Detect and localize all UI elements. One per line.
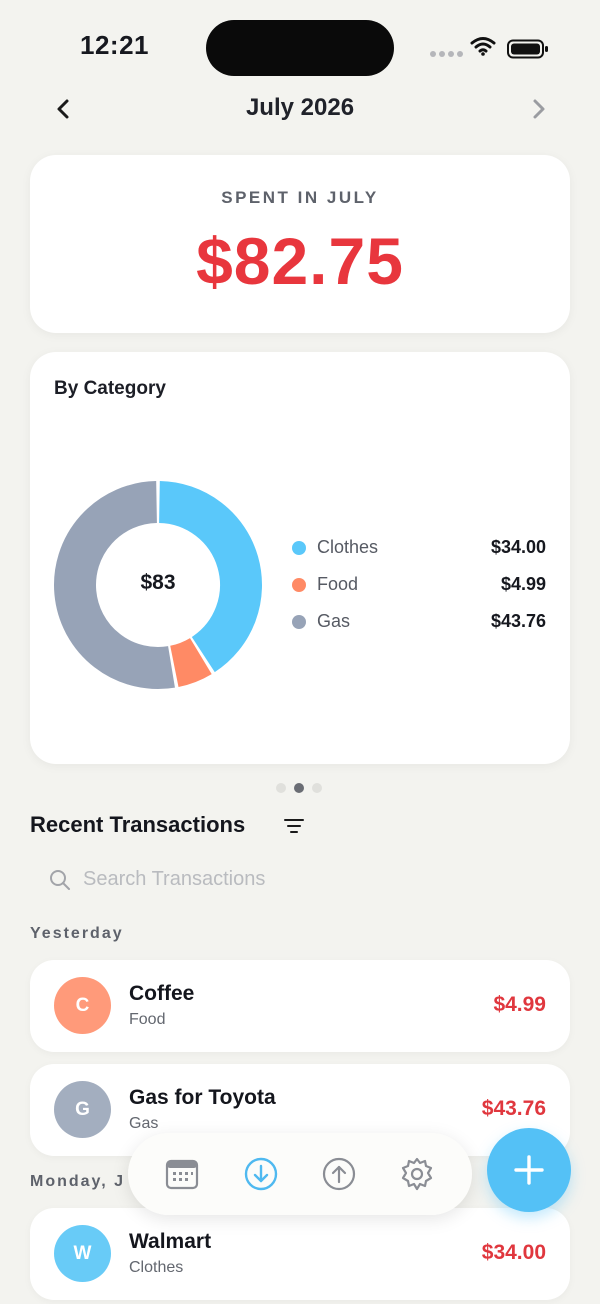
legend-label: Gas bbox=[317, 611, 351, 631]
wifi-icon bbox=[470, 37, 496, 56]
page-dot[interactable] bbox=[312, 783, 322, 793]
month-title: July 2026 bbox=[245, 94, 355, 121]
search-placeholder: Search Transactions bbox=[83, 868, 266, 890]
upload-icon[interactable] bbox=[321, 1156, 357, 1192]
transaction-name: Walmart bbox=[129, 1230, 212, 1253]
legend-dot bbox=[292, 541, 306, 555]
filter-icon[interactable] bbox=[284, 818, 304, 834]
section-label-yesterday: Yesterday bbox=[30, 925, 124, 942]
transaction-row-coffee[interactable]: C Coffee Food $4.99 bbox=[30, 960, 570, 1052]
page-dot-active[interactable] bbox=[294, 783, 304, 793]
chevron-right-icon[interactable] bbox=[526, 92, 550, 126]
transaction-category: Gas bbox=[129, 1115, 159, 1132]
add-transaction-button[interactable] bbox=[487, 1128, 571, 1212]
transaction-name: Gas for Toyota bbox=[129, 1086, 276, 1109]
calendar-icon[interactable] bbox=[164, 1156, 200, 1192]
transaction-name: Coffee bbox=[129, 982, 195, 1005]
category-card[interactable]: By Category $83 Clothes $34.00 Food $4.9… bbox=[30, 352, 570, 764]
page-dot[interactable] bbox=[276, 783, 286, 793]
gear-icon[interactable] bbox=[399, 1156, 435, 1192]
legend-dot bbox=[292, 615, 306, 629]
transaction-amount: $34.00 bbox=[481, 1241, 546, 1264]
dynamic-island bbox=[206, 20, 394, 76]
donut-center-total: $83 bbox=[140, 571, 176, 594]
legend-dot bbox=[292, 578, 306, 592]
spent-summary-card: SPENT IN JULY $82.75 bbox=[30, 155, 570, 333]
avatar: G bbox=[54, 1081, 111, 1138]
transaction-category: Clothes bbox=[129, 1259, 184, 1276]
search-icon bbox=[50, 870, 70, 890]
legend-item-gas: Gas $43.76 bbox=[292, 610, 546, 634]
legend-item-food: Food $4.99 bbox=[292, 573, 546, 597]
search-field[interactable]: Search Transactions bbox=[30, 858, 570, 904]
recent-transactions-title: Recent Transactions bbox=[30, 812, 246, 837]
transaction-amount: $4.99 bbox=[493, 993, 546, 1016]
avatar: C bbox=[54, 977, 111, 1034]
legend-item-clothes: Clothes $34.00 bbox=[292, 536, 546, 560]
battery-icon bbox=[507, 39, 548, 59]
spent-label: SPENT IN JULY bbox=[221, 188, 379, 207]
legend-amount: $4.99 bbox=[500, 574, 546, 594]
transaction-amount: $43.76 bbox=[481, 1097, 546, 1120]
transaction-row-walmart[interactable]: W Walmart Clothes $34.00 bbox=[30, 1208, 570, 1300]
category-card-title: By Category bbox=[54, 378, 166, 399]
avatar: W bbox=[54, 1225, 111, 1282]
donut-slice-food bbox=[169, 637, 212, 687]
status-time: 12:21 bbox=[80, 30, 149, 60]
legend-label: Clothes bbox=[317, 537, 379, 557]
spent-amount: $82.75 bbox=[196, 224, 404, 298]
legend-label: Food bbox=[317, 574, 359, 594]
signal-icon bbox=[430, 44, 466, 62]
section-label-monday: Monday, J bbox=[30, 1173, 126, 1190]
legend-amount: $43.76 bbox=[490, 611, 546, 631]
download-icon[interactable] bbox=[243, 1156, 279, 1192]
page-indicator[interactable] bbox=[276, 780, 330, 798]
tab-bar bbox=[128, 1133, 472, 1215]
legend-amount: $34.00 bbox=[490, 537, 546, 557]
plus-icon bbox=[514, 1155, 544, 1185]
transaction-category: Food bbox=[129, 1011, 166, 1028]
